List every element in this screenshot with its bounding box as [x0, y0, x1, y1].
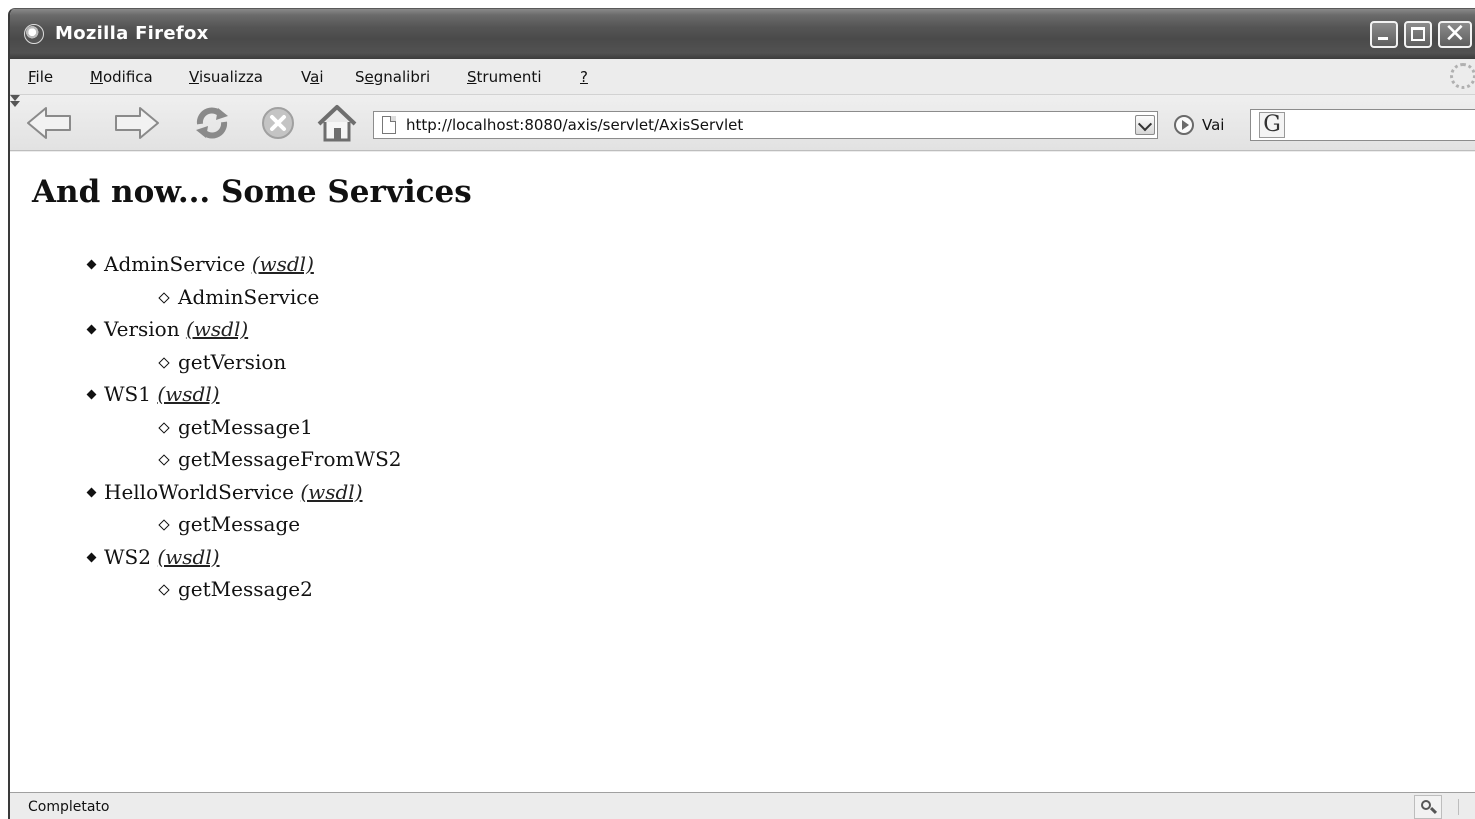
- service-item: AdminService (wsdl) AdminService: [88, 248, 402, 313]
- maximize-icon: [1411, 27, 1425, 41]
- service-name: WS2: [104, 544, 151, 569]
- wsdl-link[interactable]: (wsdl): [252, 252, 314, 276]
- method-item: getMessage: [160, 508, 402, 541]
- services-list: AdminService (wsdl) AdminService Version (…: [88, 248, 402, 606]
- service-name: AdminService: [104, 252, 246, 276]
- menu-accelerator: V: [189, 68, 199, 86]
- service-item: WS2 (wsdl) getMessage2: [88, 541, 402, 606]
- menu-label: S: [355, 68, 365, 86]
- title-bar: Mozilla Firefox ✕: [10, 9, 1475, 59]
- zoom-icon[interactable]: [1414, 795, 1442, 819]
- menu-label: ile: [35, 68, 54, 86]
- methods-list: getMessage1 getMessageFromWS2: [160, 411, 402, 476]
- page-heading: And now... Some Services: [32, 174, 472, 210]
- navigation-toolbar: Vai G: [10, 95, 1475, 151]
- stop-icon[interactable]: [260, 105, 296, 141]
- menu-accelerator: ?: [580, 68, 588, 86]
- menu-accelerator: F: [28, 68, 36, 86]
- service-item: WS1 (wsdl) getMessage1 getMessageFromWS2: [88, 378, 402, 476]
- home-icon[interactable]: [315, 102, 359, 144]
- url-input[interactable]: [406, 116, 1126, 134]
- go-button-label[interactable]: Vai: [1202, 116, 1224, 134]
- method-item: getMessageFromWS2: [160, 443, 402, 476]
- method-item: getVersion: [160, 346, 402, 379]
- service-name: Version: [104, 317, 180, 341]
- page-icon: [382, 116, 396, 134]
- google-search-icon[interactable]: G: [1259, 112, 1285, 138]
- methods-list: getVersion: [160, 346, 402, 379]
- menu-help[interactable]: ?: [580, 68, 588, 86]
- window-title: Mozilla Firefox: [55, 23, 209, 44]
- address-bar[interactable]: [373, 111, 1158, 139]
- menu-strumenti[interactable]: Strumenti: [467, 68, 541, 86]
- close-icon: ✕: [1444, 19, 1466, 49]
- zoom-handle: [1429, 806, 1438, 815]
- wsdl-link[interactable]: (wsdl): [157, 382, 219, 406]
- menu-accelerator: e: [364, 68, 374, 86]
- menu-visualizza[interactable]: Visualizza: [189, 68, 263, 86]
- throbber-icon: [1450, 63, 1475, 89]
- wsdl-link[interactable]: (wsdl): [300, 480, 362, 504]
- wsdl-link[interactable]: (wsdl): [157, 545, 219, 569]
- menu-label: V: [301, 68, 311, 86]
- menu-accelerator: a: [310, 68, 320, 86]
- reload-icon[interactable]: [192, 104, 232, 142]
- minimize-button[interactable]: [1370, 21, 1398, 48]
- methods-list: getMessage2: [160, 573, 402, 606]
- menu-file[interactable]: File: [28, 68, 53, 86]
- methods-list: getMessage: [160, 508, 402, 541]
- menu-label: i: [319, 68, 324, 86]
- methods-list: AdminService: [160, 281, 402, 314]
- status-bar: Completato: [10, 792, 1475, 819]
- menu-segnalibri[interactable]: Segnalibri: [355, 68, 430, 86]
- method-item: AdminService: [160, 281, 402, 314]
- status-text: Completato: [28, 799, 110, 815]
- wsdl-link[interactable]: (wsdl): [186, 317, 248, 341]
- go-icon[interactable]: [1174, 115, 1194, 135]
- resize-grip[interactable]: [1458, 799, 1474, 815]
- menu-modifica[interactable]: Modifica: [90, 68, 153, 86]
- menu-label: trumenti: [476, 68, 542, 86]
- service-name: HelloWorldService: [104, 479, 294, 504]
- minimize-icon: [1378, 37, 1388, 40]
- service-item: HelloWorldService (wsdl) getMessage: [88, 476, 402, 541]
- forward-arrow-icon[interactable]: [114, 105, 160, 141]
- menu-bar: File Modifica Visualizza Vai Segnalibri …: [10, 59, 1475, 95]
- forward-history-dropdown-icon[interactable]: [10, 101, 20, 107]
- method-item: getMessage2: [160, 573, 402, 606]
- service-name: WS1: [104, 382, 151, 406]
- method-item: getMessage1: [160, 411, 402, 444]
- firefox-icon: [24, 24, 44, 44]
- service-item: Version (wsdl) getVersion: [88, 313, 402, 378]
- close-button[interactable]: ✕: [1438, 19, 1472, 49]
- menu-accelerator: M: [90, 68, 103, 86]
- menu-accelerator: S: [467, 68, 477, 86]
- dropdown-arrow-icon[interactable]: [1135, 115, 1155, 135]
- menu-label: gnalibri: [373, 68, 431, 86]
- menu-label: isualizza: [198, 68, 263, 86]
- back-arrow-icon[interactable]: [26, 105, 72, 141]
- maximize-button[interactable]: [1404, 21, 1432, 48]
- menu-vai[interactable]: Vai: [301, 68, 323, 86]
- menu-label: odifica: [102, 68, 153, 86]
- page-content: And now... Some Services AdminService (w…: [10, 152, 1475, 792]
- browser-window: Mozilla Firefox ✕ File Modifica Visualiz…: [8, 8, 1475, 819]
- search-box[interactable]: G: [1250, 109, 1475, 141]
